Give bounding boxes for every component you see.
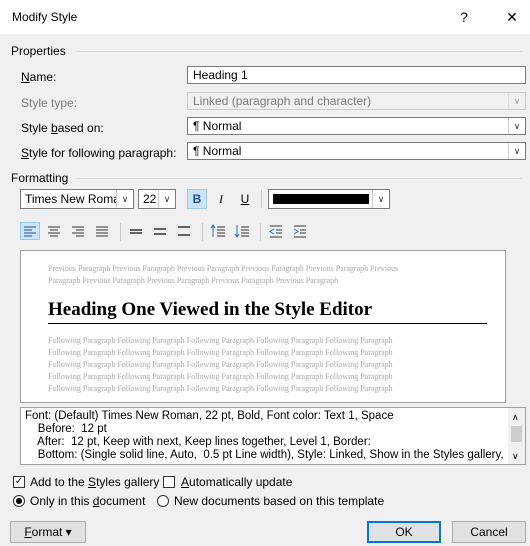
based-on-value: ¶ Normal xyxy=(193,119,242,133)
increase-spacing-before-button[interactable] xyxy=(208,222,228,240)
increase-indent-icon xyxy=(293,225,306,238)
spacing-after-icon xyxy=(234,225,249,238)
only-this-document-radio[interactable] xyxy=(13,495,25,507)
auto-update-label: Automatically update xyxy=(181,475,293,489)
name-label: Name: xyxy=(21,70,57,84)
chevron-down-icon: ∨ xyxy=(158,190,175,208)
following-paragraph-label: Style for following paragraph: xyxy=(21,146,177,160)
auto-update-checkbox[interactable] xyxy=(163,476,175,488)
align-center-icon xyxy=(48,226,60,237)
style-type-value: Linked (paragraph and character) xyxy=(193,94,372,108)
following-paragraph-line: Following Paragraph Following Paragraph … xyxy=(48,336,393,345)
font-color-combo[interactable]: ∨ xyxy=(268,189,390,209)
scroll-down-icon[interactable]: ∨ xyxy=(512,450,519,463)
dialog-title: Modify Style xyxy=(12,10,78,24)
modify-style-dialog: Modify Style ? ✕ Properties Name: Headin… xyxy=(0,0,530,546)
align-left-icon xyxy=(24,226,36,237)
single-spacing-button[interactable] xyxy=(126,222,146,240)
single-spacing-icon xyxy=(130,229,142,234)
chevron-down-icon: ∨ xyxy=(508,93,525,109)
decrease-indent-button[interactable] xyxy=(266,222,286,240)
toolbar-separator xyxy=(261,190,262,208)
one-half-spacing-button[interactable] xyxy=(150,222,170,240)
scroll-up-icon[interactable]: ∧ xyxy=(512,411,519,424)
font-size-value: 22 xyxy=(143,192,157,206)
font-name-combo[interactable]: Times New Roman ∨ xyxy=(20,189,134,209)
only-this-document-label: Only in this document xyxy=(30,494,146,508)
align-left-button[interactable] xyxy=(20,222,40,240)
increase-indent-button[interactable] xyxy=(290,222,310,240)
font-size-combo[interactable]: 22 ∨ xyxy=(138,189,176,209)
style-description-box[interactable]: Font: (Default) Times New Roman, 22 pt, … xyxy=(20,407,526,465)
italic-button[interactable]: I xyxy=(211,189,231,209)
new-documents-label: New documents based on this template xyxy=(174,494,385,508)
description-line: Font: (Default) Times New Roman, 22 pt, … xyxy=(25,410,394,422)
underline-button[interactable]: U xyxy=(235,189,255,209)
spacing-before-icon xyxy=(210,224,225,237)
decrease-spacing-before-button[interactable] xyxy=(232,222,252,240)
scroll-thumb[interactable] xyxy=(511,426,522,442)
help-button[interactable]: ? xyxy=(452,6,476,28)
add-to-gallery-checkbox[interactable]: ✓ xyxy=(13,476,25,488)
following-paragraph-line: Following Paragraph Following Paragraph … xyxy=(48,348,393,357)
align-center-button[interactable] xyxy=(44,222,64,240)
description-line: Bottom: (Single solid line, Auto, 0.5 pt… xyxy=(25,449,504,461)
following-paragraph-line: Following Paragraph Following Paragraph … xyxy=(48,372,393,381)
based-on-label: Style based on: xyxy=(21,121,104,135)
close-button[interactable]: ✕ xyxy=(500,6,524,28)
style-type-label: Style type: xyxy=(21,96,78,110)
based-on-select[interactable]: ¶ Normal ∨ xyxy=(187,117,526,135)
align-right-icon xyxy=(72,226,84,237)
double-spacing-button[interactable] xyxy=(174,222,194,240)
one-half-spacing-icon xyxy=(154,228,166,235)
heading-bottom-border xyxy=(48,323,487,324)
title-bar: Modify Style ? ✕ xyxy=(0,0,530,34)
following-paragraph-select[interactable]: ¶ Normal ∨ xyxy=(187,142,526,160)
new-documents-radio[interactable] xyxy=(157,495,169,507)
justify-button[interactable] xyxy=(92,222,112,240)
properties-group-label: Properties xyxy=(11,44,66,58)
following-paragraph-line: Following Paragraph Following Paragraph … xyxy=(48,384,393,393)
following-paragraph-line: Following Paragraph Following Paragraph … xyxy=(48,360,393,369)
toolbar-separator xyxy=(120,223,121,241)
chevron-down-icon: ∨ xyxy=(116,190,133,208)
previous-paragraph-line: Paragraph Previous Paragraph Previous Pa… xyxy=(48,276,339,285)
add-to-gallery-label: Add to the Styles gallery xyxy=(30,475,160,489)
formatting-divider xyxy=(76,178,522,179)
previous-paragraph-line: Previous Paragraph Previous Paragraph Pr… xyxy=(48,264,399,273)
justify-icon xyxy=(96,226,108,237)
formatting-group-label: Formatting xyxy=(11,171,69,185)
description-scrollbar[interactable]: ∧ ∨ xyxy=(508,408,525,464)
format-button[interactable]: Format ▾ xyxy=(10,521,86,543)
name-input[interactable]: Heading 1 xyxy=(187,66,526,84)
bold-button[interactable]: B xyxy=(187,189,207,209)
chevron-down-icon: ∨ xyxy=(508,143,525,159)
description-line: Before: 12 pt xyxy=(25,423,107,435)
font-color-swatch xyxy=(273,194,369,204)
following-paragraph-value: ¶ Normal xyxy=(193,144,242,158)
properties-divider xyxy=(76,51,522,52)
style-preview-pane: Previous Paragraph Previous Paragraph Pr… xyxy=(20,250,506,403)
font-name-value: Times New Roman xyxy=(25,192,127,206)
heading-preview: Heading One Viewed in the Style Editor xyxy=(48,299,373,320)
double-spacing-icon xyxy=(178,226,190,236)
description-line: After: 12 pt, Keep with next, Keep lines… xyxy=(25,436,371,448)
ok-button[interactable]: OK xyxy=(367,521,441,543)
chevron-down-icon: ∨ xyxy=(508,118,525,134)
chevron-down-icon: ∨ xyxy=(372,190,389,208)
style-type-select[interactable]: Linked (paragraph and character) ∨ xyxy=(187,92,526,110)
decrease-indent-icon xyxy=(269,225,282,238)
toolbar-separator xyxy=(202,223,203,241)
toolbar-separator xyxy=(260,223,261,241)
align-right-button[interactable] xyxy=(68,222,88,240)
cancel-button[interactable]: Cancel xyxy=(452,521,526,543)
